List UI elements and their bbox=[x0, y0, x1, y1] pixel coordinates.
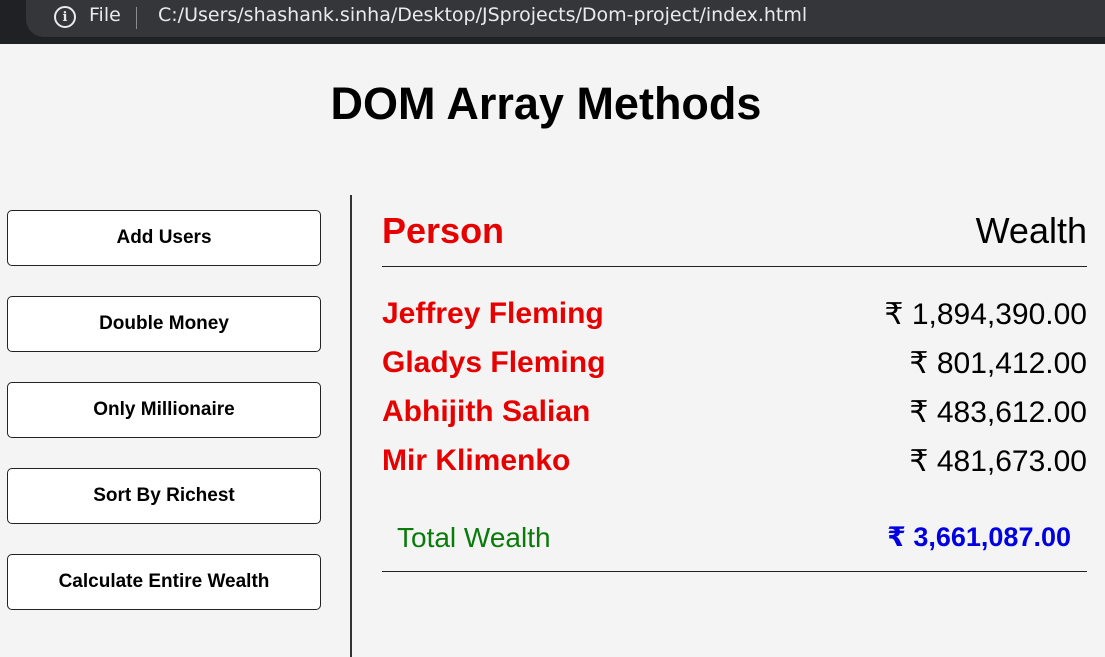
table-row: Abhijith Salian ₹ 483,612.00 bbox=[382, 395, 1087, 435]
person-name: Mir Klimenko bbox=[382, 444, 571, 477]
url-text[interactable]: C:/Users/shashank.sinha/Desktop/JSprojec… bbox=[158, 4, 807, 26]
total-wealth-label: Total Wealth bbox=[397, 522, 551, 553]
browser-toolbar: i File C:/Users/shashank.sinha/Desktop/J… bbox=[0, 0, 1105, 44]
person-wealth: ₹ 481,673.00 bbox=[909, 445, 1087, 478]
person-name: Jeffrey Fleming bbox=[382, 297, 604, 330]
table-row: Mir Klimenko ₹ 481,673.00 bbox=[382, 444, 1087, 484]
person-wealth: ₹ 1,894,390.00 bbox=[884, 298, 1087, 331]
page-title: DOM Array Methods bbox=[330, 78, 762, 129]
header-divider bbox=[382, 266, 1087, 267]
add-users-button[interactable]: Add Users bbox=[7, 210, 321, 266]
total-divider bbox=[382, 571, 1087, 572]
double-money-button[interactable]: Double Money bbox=[7, 296, 321, 352]
person-wealth: ₹ 801,412.00 bbox=[909, 347, 1087, 380]
address-bar[interactable]: i File C:/Users/shashank.sinha/Desktop/J… bbox=[26, 0, 1105, 37]
header-wealth: Wealth bbox=[975, 210, 1087, 251]
person-name: Abhijith Salian bbox=[382, 395, 591, 428]
person-name: Gladys Fleming bbox=[382, 346, 606, 379]
table-row: Gladys Fleming ₹ 801,412.00 bbox=[382, 346, 1087, 386]
only-millionaire-button[interactable]: Only Millionaire bbox=[7, 382, 321, 438]
calculate-wealth-button[interactable]: Calculate Entire Wealth bbox=[7, 554, 321, 610]
total-wealth-value: ₹ 3,661,087.00 bbox=[887, 522, 1071, 552]
info-icon[interactable]: i bbox=[54, 6, 76, 28]
person-wealth: ₹ 483,612.00 bbox=[909, 396, 1087, 429]
sort-by-richest-button[interactable]: Sort By Richest bbox=[7, 468, 321, 524]
address-divider bbox=[136, 7, 137, 29]
file-label: File bbox=[89, 4, 121, 26]
header-person: Person bbox=[382, 210, 505, 251]
table-row: Jeffrey Fleming ₹ 1,894,390.00 bbox=[382, 297, 1087, 337]
vertical-divider bbox=[350, 195, 352, 657]
